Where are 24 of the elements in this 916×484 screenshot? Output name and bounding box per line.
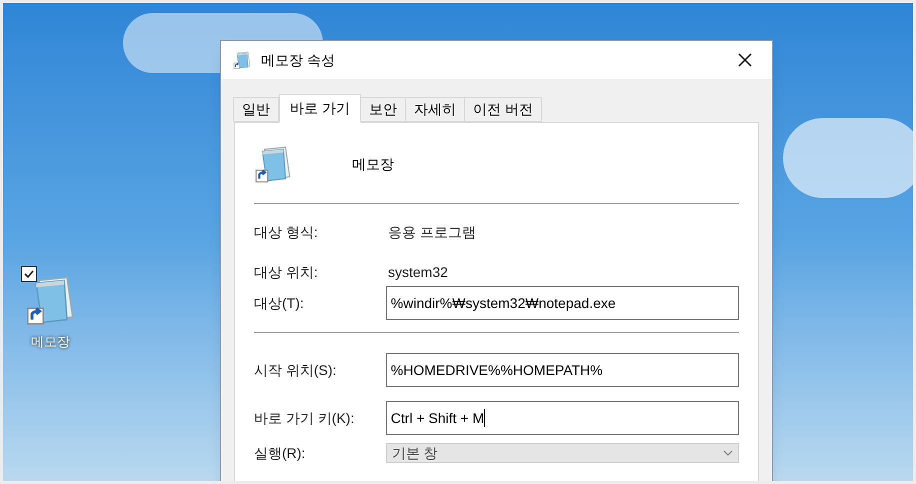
check-icon [23, 268, 35, 280]
tab[interactable]: 일반 [233, 97, 279, 122]
field-label: 바로 가기 키(K): [254, 408, 356, 428]
window-title: 메모장 속성 [261, 50, 335, 70]
tab[interactable]: 자세히 [404, 97, 465, 122]
field-value: 응용 프로그램 [388, 222, 476, 242]
field-label: 대상 위치: [254, 262, 319, 282]
field-label: 시작 위치(S): [254, 360, 338, 380]
selection-checkbox[interactable] [21, 266, 37, 282]
text-field[interactable]: Ctrl + Shift + M [386, 401, 739, 435]
text-field[interactable]: %HOMEDRIVE%%HOMEPATH% [386, 353, 739, 387]
notepad-icon [233, 50, 253, 70]
text-field[interactable]: %windir%₩system32₩notepad.exe [386, 286, 739, 320]
chevron-down-icon [723, 450, 733, 456]
field-label: 대상 형식: [254, 222, 319, 242]
close-icon [737, 52, 753, 68]
field-label: 실행(R): [254, 444, 306, 463]
window-dropdown[interactable]: 기본 창 [386, 443, 739, 463]
tab[interactable]: 이전 버전 [464, 97, 542, 122]
tab[interactable]: 보안 [360, 97, 406, 122]
shortcut-name: 메모장 [352, 154, 394, 174]
field-label: 대상(T): [254, 294, 305, 313]
field-value: system32 [388, 262, 448, 282]
tab[interactable]: 바로 가기 [279, 94, 361, 123]
